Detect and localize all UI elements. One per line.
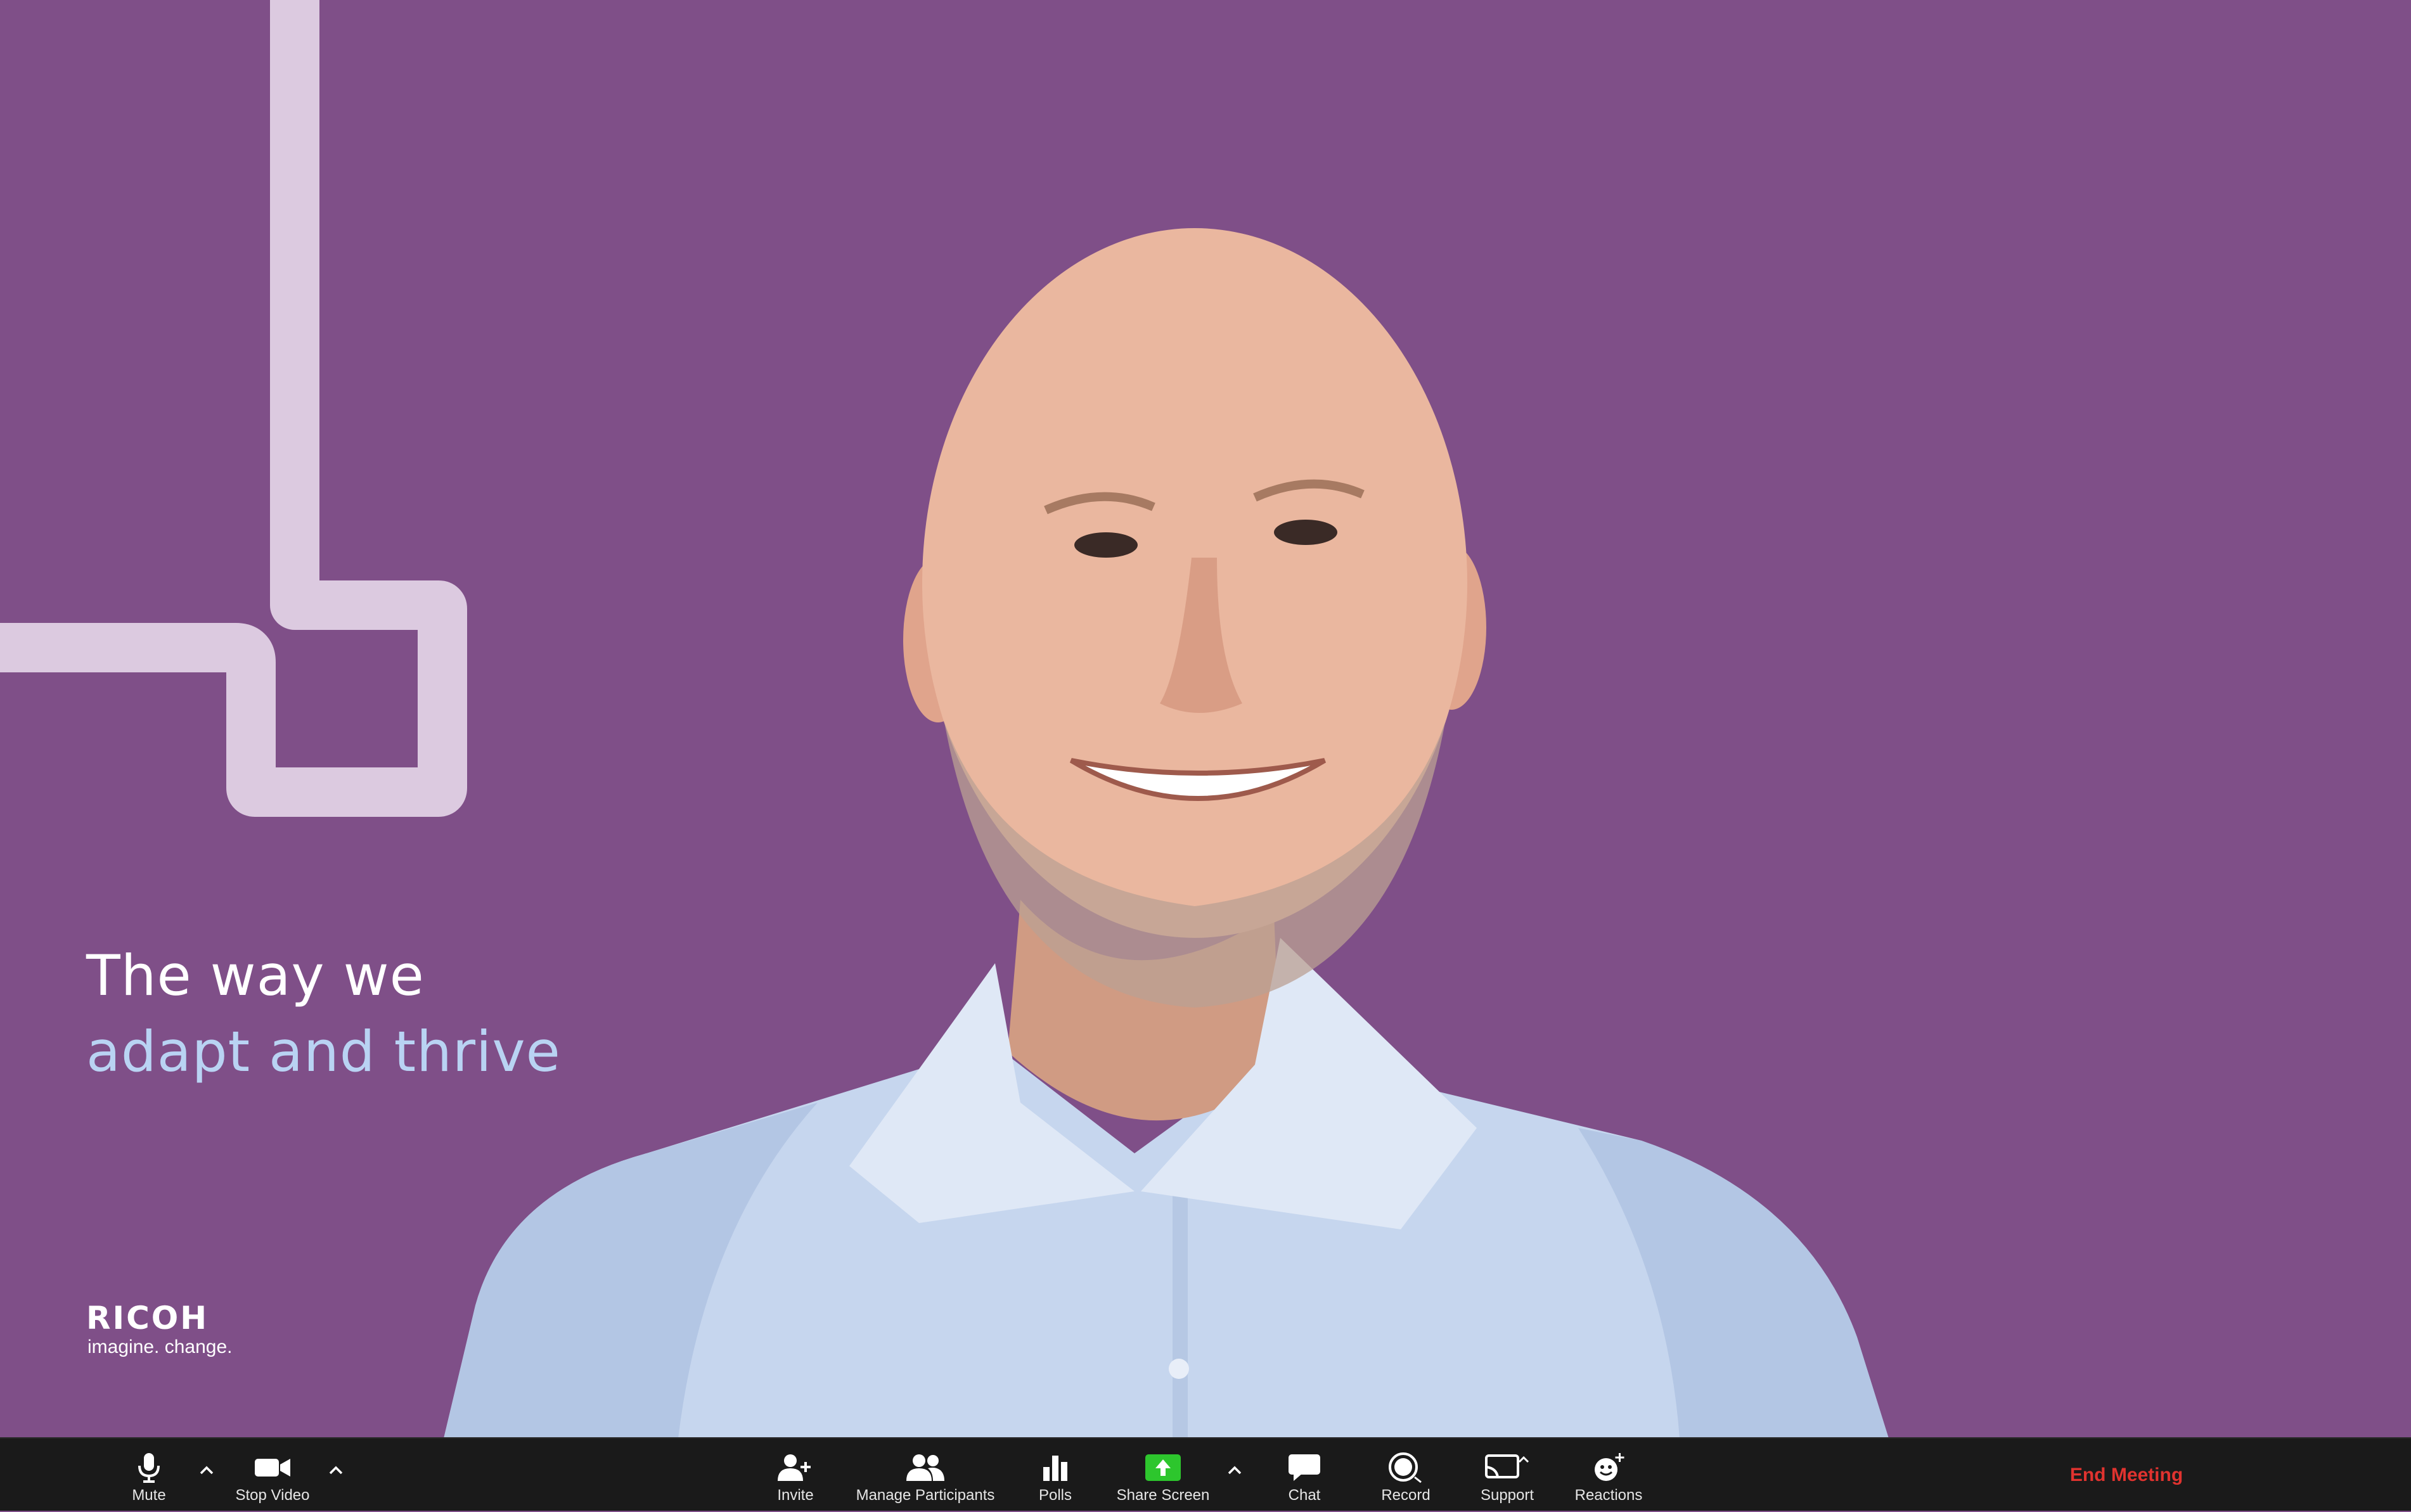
record-label: Record xyxy=(1381,1487,1431,1504)
chevron-up-icon xyxy=(200,1466,214,1475)
mute-button[interactable]: Mute xyxy=(108,1438,190,1512)
chat-bubble-icon xyxy=(1287,1450,1321,1485)
share-screen-arrow-icon xyxy=(1144,1450,1182,1485)
reactions-label: Reactions xyxy=(1574,1487,1643,1504)
manage-participants-button[interactable]: Manage Participants xyxy=(843,1438,1008,1512)
headline: The way we adapt and thrive xyxy=(86,938,561,1090)
polls-button[interactable]: Polls xyxy=(1020,1438,1090,1512)
chat-button[interactable]: Chat xyxy=(1266,1438,1342,1512)
mute-label: Mute xyxy=(132,1487,166,1504)
headline-line-1: The way we xyxy=(86,943,425,1008)
end-meeting-button[interactable]: End Meeting xyxy=(2054,1458,2199,1493)
polls-label: Polls xyxy=(1038,1487,1072,1504)
audio-options-caret[interactable] xyxy=(194,1458,219,1483)
share-screen-button[interactable]: Share Screen xyxy=(1103,1438,1223,1512)
stop-video-button[interactable]: Stop Video xyxy=(222,1438,323,1512)
add-person-icon xyxy=(776,1450,814,1485)
record-icon xyxy=(1387,1450,1425,1485)
participant-video xyxy=(444,228,1889,1437)
meeting-toolbar: Mute Stop Video Invite Manage Participan… xyxy=(0,1437,2411,1511)
invite-button[interactable]: Invite xyxy=(761,1438,830,1512)
microphone-icon xyxy=(136,1450,162,1485)
support-label: Support xyxy=(1480,1487,1534,1504)
chevron-up-icon xyxy=(329,1466,343,1475)
support-icon xyxy=(1484,1450,1531,1485)
invite-label: Invite xyxy=(777,1487,814,1504)
record-button[interactable]: Record xyxy=(1368,1438,1444,1512)
brand-logo: RICOH imagine. change. xyxy=(86,1300,233,1359)
video-camera-icon xyxy=(254,1450,292,1485)
stop-video-label: Stop Video xyxy=(235,1487,310,1504)
virtual-background: The way we adapt and thrive RICOH imagin… xyxy=(0,0,2411,1437)
bar-chart-icon xyxy=(1041,1450,1070,1485)
share-options-caret[interactable] xyxy=(1222,1458,1247,1483)
reactions-button[interactable]: Reactions xyxy=(1571,1438,1647,1512)
video-options-caret[interactable] xyxy=(323,1458,349,1483)
support-button[interactable]: Support xyxy=(1469,1438,1545,1512)
brand-tagline: imagine. change. xyxy=(87,1336,233,1357)
manage-participants-label: Manage Participants xyxy=(856,1487,995,1504)
chevron-up-icon xyxy=(1228,1466,1242,1475)
headline-line-2: adapt and thrive xyxy=(86,1019,561,1084)
decorative-line-graphic xyxy=(0,0,467,817)
share-screen-label: Share Screen xyxy=(1116,1487,1210,1504)
add-emoji-icon xyxy=(1591,1450,1626,1485)
brand-name: RICOH xyxy=(86,1300,209,1336)
chat-label: Chat xyxy=(1288,1487,1321,1504)
people-icon xyxy=(905,1450,946,1485)
